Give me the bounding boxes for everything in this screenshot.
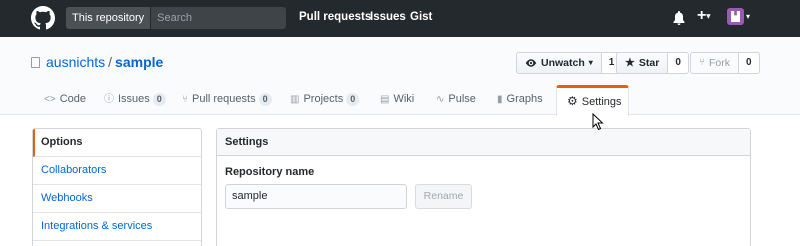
repo-icon — [31, 57, 40, 68]
tab-wiki[interactable]: ▤ Wiki — [380, 85, 414, 115]
settings-heading: Settings — [217, 129, 750, 156]
avatar-chevron-down-icon[interactable]: ▾ — [746, 12, 750, 21]
tab-pull-requests-label: Pull requests — [192, 93, 256, 105]
nav-pull-requests[interactable]: Pull requests — [299, 11, 371, 23]
star-button[interactable]: ★ Star — [616, 52, 669, 74]
create-new-button[interactable]: +▾ — [697, 7, 710, 25]
eye-icon — [525, 59, 537, 67]
tab-projects-label: Projects — [303, 93, 344, 105]
sidebar-item-collaborators[interactable]: Collaborators — [33, 157, 201, 185]
issue-icon: ⓘ — [104, 94, 114, 105]
fork-count[interactable]: 0 — [739, 52, 760, 74]
repo-title: ausnichts / sample — [31, 54, 163, 70]
tab-pulse[interactable]: ∿ Pulse — [436, 85, 476, 115]
tab-pull-requests-count: 0 — [258, 93, 272, 106]
tab-pull-requests[interactable]: ⑂ Pull requests 0 — [182, 85, 272, 115]
star-count[interactable]: 0 — [668, 52, 689, 74]
tab-pulse-label: Pulse — [448, 93, 476, 105]
pulse-icon: ∿ — [436, 94, 445, 105]
star-label: Star — [638, 57, 660, 69]
repo-nav-tabs: <> Code ⓘ Issues 0 ⑂ Pull requests 0 ▥ Project… — [0, 85, 800, 116]
repo-title-separator: / — [108, 54, 113, 70]
search-scope-label: This repository — [66, 7, 152, 29]
tab-code-label: Code — [59, 93, 86, 105]
plus-icon: + — [697, 7, 707, 24]
tab-issues-count: 0 — [152, 93, 166, 106]
search-input[interactable]: Search — [151, 7, 286, 29]
watch-button-group: Unwatch ▾ 1 — [516, 52, 623, 74]
tab-graphs[interactable]: ▮ Graphs — [497, 85, 543, 115]
graph-icon: ▮ — [497, 94, 503, 105]
tab-settings-label: Settings — [581, 96, 622, 108]
avatar[interactable] — [727, 8, 744, 25]
tab-issues[interactable]: ⓘ Issues 0 — [104, 85, 166, 115]
repo-owner-link[interactable]: ausnichts — [46, 54, 105, 70]
tab-settings[interactable]: ⚙ Settings — [556, 85, 629, 116]
sidebar-item-integrations[interactable]: Integrations & services — [33, 213, 201, 241]
mouse-cursor-icon — [592, 113, 604, 131]
chevron-down-icon: ▾ — [706, 11, 711, 21]
tab-projects[interactable]: ▥ Projects 0 — [290, 85, 360, 115]
fork-button-group: ⑂ Fork 0 — [690, 52, 760, 74]
tab-projects-count: 0 — [346, 93, 360, 106]
github-logo-icon[interactable] — [31, 6, 55, 30]
repository-name-input[interactable]: sample — [225, 184, 407, 209]
sidebar-item-webhooks[interactable]: Webhooks — [33, 185, 201, 213]
header-search[interactable]: This repository Search — [66, 7, 286, 29]
tab-wiki-label: Wiki — [393, 93, 415, 105]
repo-name-link[interactable]: sample — [115, 54, 163, 70]
code-icon: <> — [44, 94, 56, 105]
fork-icon: ⑂ — [699, 57, 705, 68]
tab-graphs-label: Graphs — [506, 93, 543, 105]
nav-gist[interactable]: Gist — [410, 11, 432, 23]
global-header: This repository Search Pull requests Iss… — [0, 0, 800, 37]
gear-icon: ⚙ — [567, 94, 578, 108]
unwatch-label: Unwatch — [541, 57, 585, 69]
star-icon: ★ — [625, 57, 635, 69]
settings-sidebar: Options Collaborators Webhooks Integrati… — [32, 128, 202, 246]
nav-issues[interactable]: Issues — [370, 11, 406, 23]
fork-label: Fork — [709, 57, 730, 69]
settings-panel: Settings Repository name sample Rename — [216, 128, 751, 246]
notification-bell-icon[interactable] — [673, 11, 685, 25]
sidebar-item-options[interactable]: Options — [33, 129, 201, 157]
star-button-group: ★ Star 0 — [616, 52, 689, 74]
project-icon: ▥ — [290, 94, 300, 105]
pull-request-icon: ⑂ — [182, 94, 188, 105]
fork-button[interactable]: ⑂ Fork — [690, 52, 739, 74]
wiki-icon: ▤ — [380, 94, 390, 105]
rename-button[interactable]: Rename — [415, 184, 472, 209]
repository-name-label: Repository name — [225, 166, 315, 178]
tab-issues-label: Issues — [118, 93, 150, 105]
chevron-down-icon: ▾ — [588, 58, 593, 67]
unwatch-button[interactable]: Unwatch ▾ — [516, 52, 602, 74]
tab-code[interactable]: <> Code — [44, 85, 86, 115]
